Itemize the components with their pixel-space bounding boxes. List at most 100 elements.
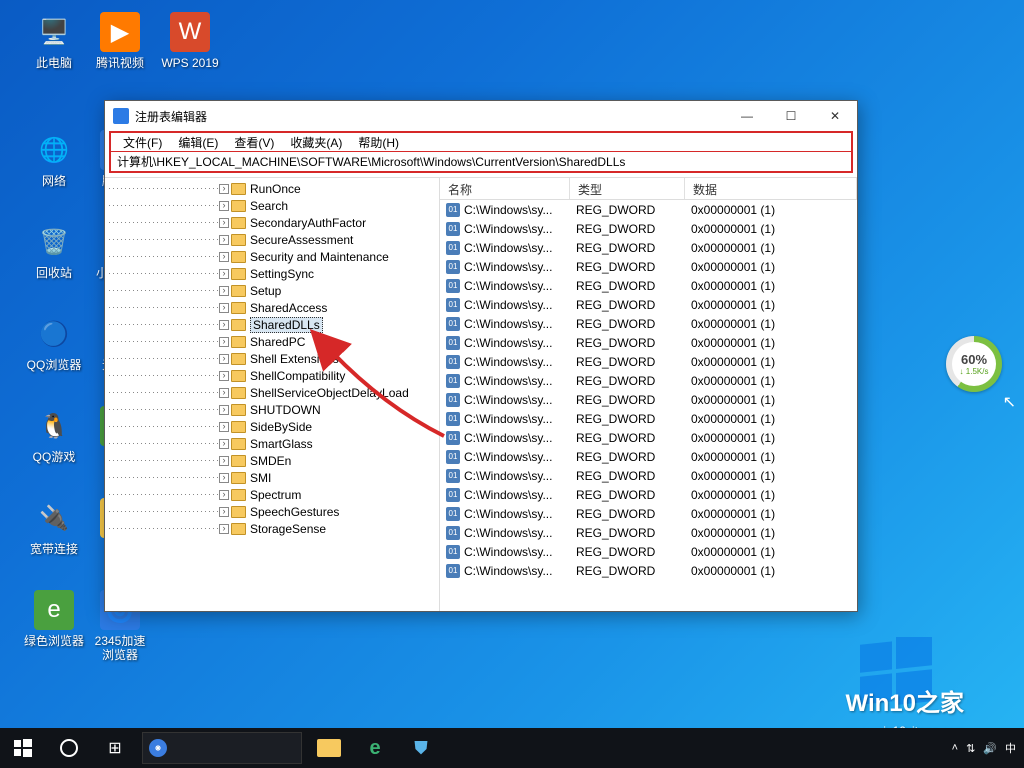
tree-pane[interactable]: ›RunOnce›Search›SecondaryAuthFactor›Secu… xyxy=(105,178,440,611)
menu-view[interactable]: 查看(V) xyxy=(228,134,280,151)
value-row[interactable]: 01C:\Windows\sy...REG_DWORD0x00000001 (1… xyxy=(440,504,857,523)
tray-ime-icon[interactable]: 中 xyxy=(1005,740,1016,756)
expand-icon[interactable]: › xyxy=(219,524,229,534)
tree-item[interactable]: ›SharedDLLs xyxy=(109,316,440,333)
value-row[interactable]: 01C:\Windows\sy...REG_DWORD0x00000001 (1… xyxy=(440,390,857,409)
menu-edit[interactable]: 编辑(E) xyxy=(172,134,224,151)
col-name[interactable]: 名称 xyxy=(440,178,570,199)
value-row[interactable]: 01C:\Windows\sy...REG_DWORD0x00000001 (1… xyxy=(440,238,857,257)
tree-item[interactable]: ›ShellServiceObjectDelayLoad xyxy=(109,384,440,401)
cortana-button[interactable] xyxy=(46,728,92,768)
expand-icon[interactable]: › xyxy=(219,337,229,347)
value-row[interactable]: 01C:\Windows\sy...REG_DWORD0x00000001 (1… xyxy=(440,276,857,295)
value-row[interactable]: 01C:\Windows\sy...REG_DWORD0x00000001 (1… xyxy=(440,352,857,371)
value-row[interactable]: 01C:\Windows\sy...REG_DWORD0x00000001 (1… xyxy=(440,542,857,561)
tree-item[interactable]: ›ShellCompatibility xyxy=(109,367,440,384)
expand-icon[interactable]: › xyxy=(219,439,229,449)
desktop-icon[interactable]: WWPS 2019 xyxy=(160,12,220,70)
desktop-icon[interactable]: 🔵QQ浏览器 xyxy=(24,314,84,372)
expand-icon[interactable]: › xyxy=(219,354,229,364)
start-button[interactable] xyxy=(0,728,46,768)
value-row[interactable]: 01C:\Windows\sy...REG_DWORD0x00000001 (1… xyxy=(440,485,857,504)
expand-icon[interactable]: › xyxy=(219,388,229,398)
tree-item[interactable]: ›Security and Maintenance xyxy=(109,248,440,265)
expand-icon[interactable]: › xyxy=(219,201,229,211)
menu-favorites[interactable]: 收藏夹(A) xyxy=(284,134,348,151)
tree-item[interactable]: ›SharedAccess xyxy=(109,299,440,316)
value-row[interactable]: 01C:\Windows\sy...REG_DWORD0x00000001 (1… xyxy=(440,219,857,238)
maximize-button[interactable]: ☐ xyxy=(769,101,813,131)
tray-up-icon[interactable]: ˄ xyxy=(952,742,958,754)
tree-item[interactable]: ›SharedPC xyxy=(109,333,440,350)
desktop-icon[interactable]: e绿色浏览器 xyxy=(24,590,84,648)
value-data: 0x00000001 (1) xyxy=(685,203,857,217)
value-row[interactable]: 01C:\Windows\sy...REG_DWORD0x00000001 (1… xyxy=(440,466,857,485)
tree-item[interactable]: ›SMI xyxy=(109,469,440,486)
expand-icon[interactable]: › xyxy=(219,490,229,500)
tray-volume-icon[interactable]: 🔊 xyxy=(983,742,997,755)
tree-item[interactable]: ›SettingSync xyxy=(109,265,440,282)
desktop-icon[interactable]: 🗑️回收站 xyxy=(24,222,84,280)
tree-item[interactable]: ›Spectrum xyxy=(109,486,440,503)
value-row[interactable]: 01C:\Windows\sy...REG_DWORD0x00000001 (1… xyxy=(440,257,857,276)
menu-help[interactable]: 帮助(H) xyxy=(352,134,405,151)
value-row[interactable]: 01C:\Windows\sy...REG_DWORD0x00000001 (1… xyxy=(440,314,857,333)
expand-icon[interactable]: › xyxy=(219,303,229,313)
address-bar[interactable]: 计算机\HKEY_LOCAL_MACHINE\SOFTWARE\Microsof… xyxy=(109,151,853,173)
tree-item[interactable]: ›SideBySide xyxy=(109,418,440,435)
desktop-icon[interactable]: 🌐网络 xyxy=(24,130,84,188)
taskview-button[interactable]: ⊞ xyxy=(92,728,138,768)
minimize-button[interactable]: — xyxy=(725,101,769,131)
expand-icon[interactable]: › xyxy=(219,252,229,262)
close-button[interactable]: ✕ xyxy=(813,101,857,131)
value-row[interactable]: 01C:\Windows\sy...REG_DWORD0x00000001 (1… xyxy=(440,333,857,352)
tree-item[interactable]: ›StorageSense xyxy=(109,520,440,537)
tray-network-icon[interactable]: ⇅ xyxy=(966,742,975,755)
taskbar-search[interactable] xyxy=(142,732,302,764)
tree-item[interactable]: ›SecondaryAuthFactor xyxy=(109,214,440,231)
expand-icon[interactable]: › xyxy=(219,218,229,228)
expand-icon[interactable]: › xyxy=(219,473,229,483)
expand-icon[interactable]: › xyxy=(219,371,229,381)
tree-item[interactable]: ›SpeechGestures xyxy=(109,503,440,520)
col-data[interactable]: 数据 xyxy=(685,178,857,199)
value-row[interactable]: 01C:\Windows\sy...REG_DWORD0x00000001 (1… xyxy=(440,200,857,219)
tb-app-edge[interactable]: e xyxy=(352,728,398,768)
value-row[interactable]: 01C:\Windows\sy...REG_DWORD0x00000001 (1… xyxy=(440,447,857,466)
value-row[interactable]: 01C:\Windows\sy...REG_DWORD0x00000001 (1… xyxy=(440,523,857,542)
system-tray[interactable]: ˄ ⇅ 🔊 中 xyxy=(952,740,1024,756)
tree-item[interactable]: ›SHUTDOWN xyxy=(109,401,440,418)
tb-app-folder[interactable] xyxy=(306,728,352,768)
tree-item[interactable]: ›Setup xyxy=(109,282,440,299)
expand-icon[interactable]: › xyxy=(219,184,229,194)
desktop-icon[interactable]: ▶腾讯视频 xyxy=(90,12,150,70)
expand-icon[interactable]: › xyxy=(219,422,229,432)
expand-icon[interactable]: › xyxy=(219,286,229,296)
value-row[interactable]: 01C:\Windows\sy...REG_DWORD0x00000001 (1… xyxy=(440,371,857,390)
expand-icon[interactable]: › xyxy=(219,235,229,245)
speed-gauge[interactable]: 60% ↓ 1.5K/s xyxy=(946,336,1002,392)
tree-item[interactable]: ›Search xyxy=(109,197,440,214)
value-row[interactable]: 01C:\Windows\sy...REG_DWORD0x00000001 (1… xyxy=(440,409,857,428)
expand-icon[interactable]: › xyxy=(219,320,229,330)
titlebar[interactable]: 注册表编辑器 — ☐ ✕ xyxy=(105,101,857,131)
tree-item[interactable]: ›SMDEn xyxy=(109,452,440,469)
col-type[interactable]: 类型 xyxy=(570,178,685,199)
expand-icon[interactable]: › xyxy=(219,507,229,517)
desktop-icon[interactable]: 🐧QQ游戏 xyxy=(24,406,84,464)
desktop-icon[interactable]: 🖥️此电脑 xyxy=(24,12,84,70)
expand-icon[interactable]: › xyxy=(219,405,229,415)
desktop-icon[interactable]: 🔌宽带连接 xyxy=(24,498,84,556)
expand-icon[interactable]: › xyxy=(219,456,229,466)
tree-item[interactable]: ›SecureAssessment xyxy=(109,231,440,248)
tree-item[interactable]: ›RunOnce xyxy=(109,180,440,197)
value-row[interactable]: 01C:\Windows\sy...REG_DWORD0x00000001 (1… xyxy=(440,561,857,580)
menu-file[interactable]: 文件(F) xyxy=(117,134,168,151)
value-row[interactable]: 01C:\Windows\sy...REG_DWORD0x00000001 (1… xyxy=(440,428,857,447)
tb-app-store[interactable]: ⛊ xyxy=(398,728,444,768)
tree-item[interactable]: ›Shell Extensions xyxy=(109,350,440,367)
tree-item[interactable]: ›SmartGlass xyxy=(109,435,440,452)
value-row[interactable]: 01C:\Windows\sy...REG_DWORD0x00000001 (1… xyxy=(440,295,857,314)
list-pane[interactable]: 名称 类型 数据 01C:\Windows\sy...REG_DWORD0x00… xyxy=(440,178,857,611)
expand-icon[interactable]: › xyxy=(219,269,229,279)
